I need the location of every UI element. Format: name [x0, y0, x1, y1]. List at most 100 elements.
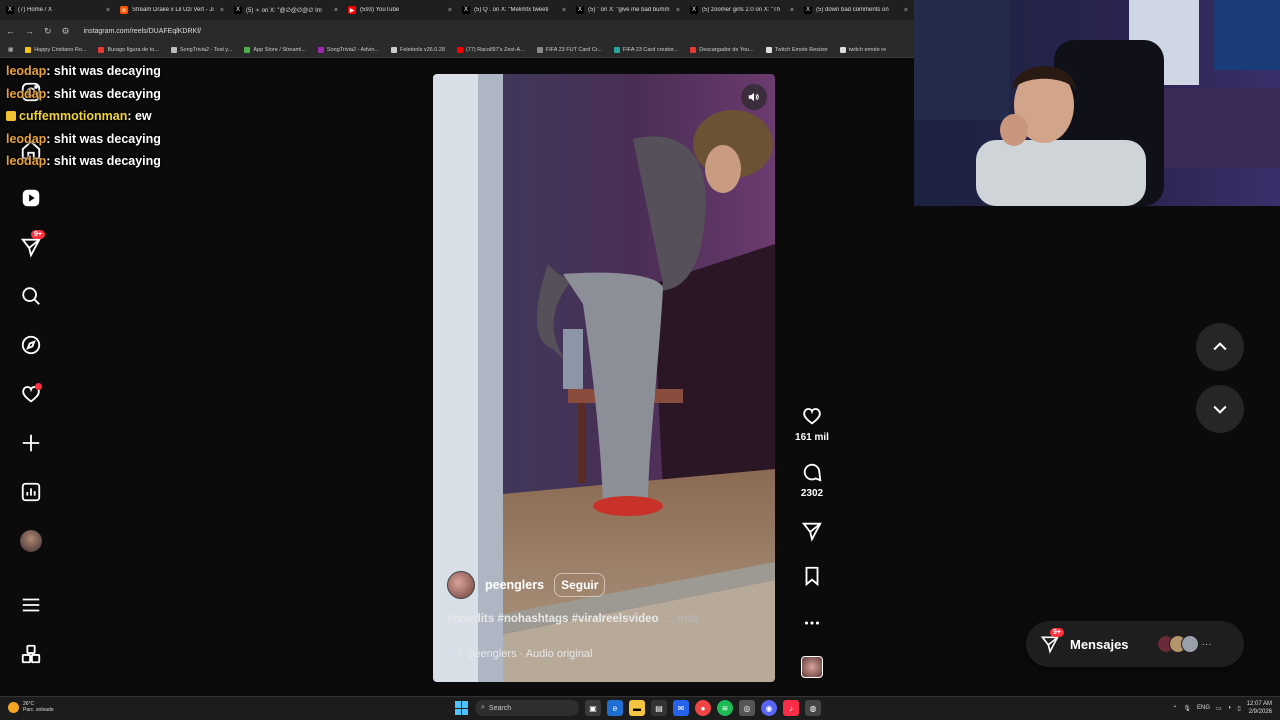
- previous-reel-button[interactable]: [1196, 323, 1244, 371]
- task-view-icon[interactable]: ▣: [585, 700, 601, 716]
- profile-avatar[interactable]: [19, 529, 43, 553]
- close-tab-icon[interactable]: ×: [448, 7, 452, 14]
- bookmark-item[interactable]: (77) Racoll97's Zest-A...: [456, 46, 525, 53]
- bookmark-item[interactable]: twitch emote re: [839, 46, 886, 53]
- browser-tab[interactable]: ≋ Stream Drake x Lil Uzi Vert - Ji ×: [114, 0, 228, 20]
- more-dots-icon[interactable]: [801, 612, 823, 634]
- back-icon[interactable]: ←: [6, 26, 15, 36]
- notifications-heart-icon[interactable]: [19, 382, 43, 406]
- music-app-icon[interactable]: ♪: [783, 700, 799, 716]
- dashboard-icon[interactable]: [19, 480, 43, 504]
- comment-count: 2302: [800, 488, 824, 499]
- close-tab-icon[interactable]: ×: [562, 7, 566, 14]
- bookmark-favicon-icon: [765, 46, 772, 53]
- bookmark-item[interactable]: Descargador de You...: [690, 46, 754, 53]
- discord-icon[interactable]: ◉: [761, 700, 777, 716]
- browser-tab[interactable]: ▶ (593) YouTube ×: [342, 0, 456, 20]
- bookmark-icon[interactable]: [801, 565, 823, 587]
- mic-icon[interactable]: 🎙: [1183, 705, 1191, 712]
- audio-thumbnail[interactable]: [790, 656, 834, 678]
- apps-grid-icon[interactable]: ▦: [8, 47, 13, 53]
- bookmark-label: Feletools v26.0.28: [400, 46, 445, 53]
- clock[interactable]: 12:07 AM 2/9/2026: [1247, 700, 1272, 716]
- audio-row[interactable]: ♫ peenglers · Audio original: [455, 648, 592, 660]
- notification-dot: [35, 383, 42, 390]
- threads-apps-icon[interactable]: [19, 642, 43, 666]
- battery-icon[interactable]: ▯: [1237, 705, 1240, 712]
- chat-username: leodap: [6, 154, 47, 168]
- close-tab-icon[interactable]: ×: [334, 7, 338, 14]
- share-action[interactable]: [790, 520, 834, 542]
- like-action[interactable]: 161 mil: [790, 405, 834, 443]
- browser-tab[interactable]: X (5) ˚ on X: "give me bad bumm ×: [570, 0, 684, 20]
- save-action[interactable]: [790, 565, 834, 587]
- site-info-icon[interactable]: ⚙: [62, 26, 70, 37]
- bookmark-item[interactable]: Feletools v26.0.28: [391, 46, 445, 53]
- search-icon[interactable]: [19, 284, 43, 308]
- heart-icon[interactable]: [801, 405, 823, 427]
- bookmark-item[interactable]: Happy Cristiano Ro...: [25, 46, 86, 53]
- create-plus-icon[interactable]: [19, 431, 43, 455]
- follow-button[interactable]: Seguir: [554, 573, 606, 597]
- windows-start-icon[interactable]: [455, 701, 469, 715]
- caption-more-link[interactable]: ... más: [665, 613, 700, 625]
- bookmark-item[interactable]: FIFA 23 FUT Card Cr...: [536, 46, 602, 53]
- next-reel-button[interactable]: [1196, 385, 1244, 433]
- close-tab-icon[interactable]: ×: [904, 7, 908, 14]
- chevron-down-icon: [1213, 405, 1227, 414]
- comment-action[interactable]: 2302: [790, 461, 834, 499]
- store-icon[interactable]: ▤: [651, 700, 667, 716]
- more-menu-icon[interactable]: [19, 593, 43, 617]
- bookmark-item[interactable]: FIFA 23 Card creator...: [613, 46, 678, 53]
- reel-video[interactable]: peenglers Seguir #noedits #nohashtags #v…: [433, 74, 775, 682]
- reels-icon[interactable]: [19, 186, 43, 210]
- explore-icon[interactable]: [19, 333, 43, 357]
- bookmark-item[interactable]: Burago figura de to...: [98, 46, 159, 53]
- close-tab-icon[interactable]: ×: [220, 7, 224, 14]
- tab-title: (593) YouTube: [360, 7, 400, 13]
- forward-icon[interactable]: →: [25, 26, 34, 36]
- bookmark-item[interactable]: SongTrivia2 - Test y...: [170, 46, 232, 53]
- sun-icon: [8, 701, 19, 713]
- sound-toggle-button[interactable]: [741, 84, 767, 110]
- chrome-icon[interactable]: ●: [695, 700, 711, 716]
- bookmark-item[interactable]: App Store / Streaml...: [244, 46, 306, 53]
- tray-chevron-icon[interactable]: ⌃: [1172, 705, 1177, 712]
- file-explorer-icon[interactable]: ▬: [629, 700, 645, 716]
- direct-messages-icon[interactable]: 9+: [19, 230, 45, 259]
- close-tab-icon[interactable]: ×: [106, 7, 110, 14]
- app-icon[interactable]: ◎: [739, 700, 755, 716]
- browser-tab[interactable]: X (5) ∻ on X: "@∅@∅@∅ Im ×: [228, 0, 342, 20]
- more-options-action[interactable]: [790, 612, 834, 634]
- bookmark-item[interactable]: SongTrivia2 - Advin...: [317, 46, 379, 53]
- send-icon[interactable]: [801, 520, 823, 542]
- messages-badge: 9+: [31, 230, 45, 239]
- network-icon[interactable]: ▭: [1216, 705, 1222, 712]
- url-input[interactable]: instagram.com/reels/DUAFEqlKDRKf/: [84, 28, 201, 35]
- taskbar-search[interactable]: ⌕ Search: [475, 700, 579, 716]
- close-tab-icon[interactable]: ×: [676, 7, 680, 14]
- reel-author-row: peenglers Seguir: [447, 571, 606, 599]
- close-tab-icon[interactable]: ×: [790, 7, 794, 14]
- obs-icon[interactable]: ◍: [805, 700, 821, 716]
- bookmark-favicon-icon: [456, 46, 463, 53]
- messages-pill[interactable]: 9+ Mensajes ···: [1026, 621, 1244, 667]
- chat-message: leodap: shit was decaying: [6, 128, 266, 151]
- browser-tab[interactable]: X (5) down bad comments on ×: [798, 0, 912, 20]
- mail-icon[interactable]: ✉: [673, 700, 689, 716]
- spotify-icon[interactable]: ≋: [717, 700, 733, 716]
- bookmark-label: FIFA 23 FUT Card Cr...: [545, 46, 602, 53]
- bookmark-item[interactable]: Twitch Emote Resizer: [765, 46, 828, 53]
- browser-tab[interactable]: X (5) Q . on X: "Melimtx tweeti ×: [456, 0, 570, 20]
- volume-icon[interactable]: ◖: [1228, 705, 1232, 711]
- bookmark-favicon-icon: [170, 46, 177, 53]
- browser-tab[interactable]: X (5) zoomer girls 2.0 on X: "Th ×: [684, 0, 798, 20]
- edge-icon[interactable]: e: [607, 700, 623, 716]
- weather-widget[interactable]: 26°C Parc. soleado: [8, 701, 54, 713]
- author-avatar[interactable]: [447, 571, 475, 599]
- browser-tab[interactable]: X (7) Home / X ×: [0, 0, 114, 20]
- author-name[interactable]: peenglers: [485, 578, 544, 592]
- comment-icon[interactable]: [801, 461, 823, 483]
- reload-icon[interactable]: ↻: [44, 26, 52, 37]
- language-indicator[interactable]: ENG: [1197, 705, 1210, 711]
